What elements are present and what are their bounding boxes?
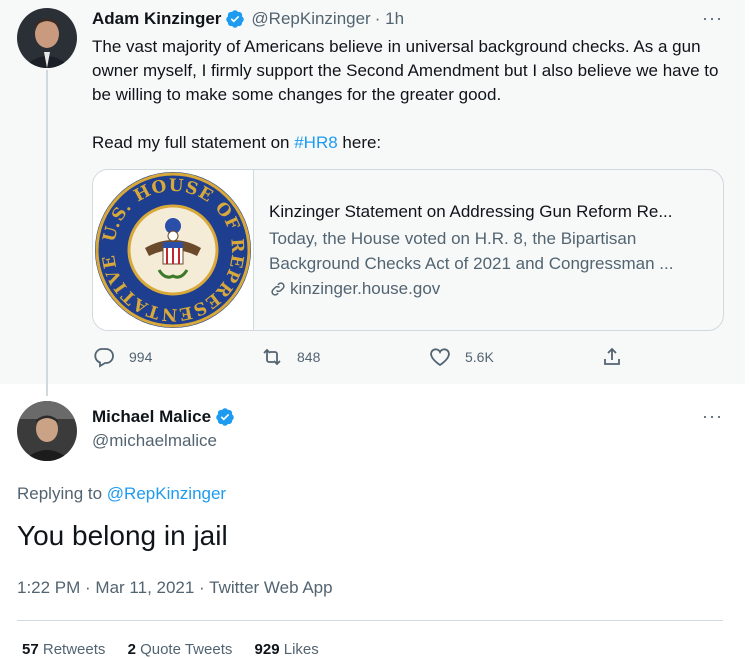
reply-author-row: Michael Malice [92,407,235,427]
divider [17,620,723,621]
card-description: Today, the House voted on H.R. 8, the Bi… [269,229,674,273]
tweet-time[interactable]: · 1h [375,9,404,29]
tweet-body: The vast majority of Americans believe i… [92,37,719,104]
quote-tweets-stat[interactable]: 2 Quote Tweets [128,641,233,658]
more-options-icon[interactable]: ··· [702,8,723,29]
parent-tweet-text: The vast majority of Americans believe i… [92,35,722,155]
card-body: Kinzinger Statement on Addressing Gun Re… [269,200,709,301]
house-seal-logo: U.S. HOUSE OF REPRESENTATIVES [93,170,251,328]
share-icon [604,347,620,365]
parent-author-row: Adam Kinzinger @RepKinzinger · 1h [92,9,404,29]
share-button[interactable] [600,345,637,369]
tweet-timestamp[interactable]: 1:22 PM · Mar 11, 2021 · Twitter Web App [17,578,333,598]
reply-tweet-text: You belong in jail [17,520,228,551]
reply-button[interactable]: 994 [92,345,152,369]
replying-to-label: Replying to [17,484,107,503]
replying-to-handle-link[interactable]: @RepKinzinger [107,484,226,503]
avatar[interactable] [17,8,77,68]
retweets-stat[interactable]: 57 Retweets [22,641,105,658]
avatar-photo-adam-kinzinger [17,8,77,68]
statement-prefix: Read my full statement on [92,133,295,152]
more-options-icon[interactable]: ··· [702,406,723,427]
verified-badge-icon [226,10,245,28]
reply-count: 994 [129,349,153,365]
likes-count: 929 [254,641,280,658]
retweet-button[interactable]: 848 [260,345,320,369]
author-name[interactable]: Adam Kinzinger [92,9,221,29]
reply-icon [94,348,114,368]
statement-suffix: here: [337,133,382,152]
retweets-label: Retweets [42,641,106,658]
card-domain-row: kinzinger.house.gov [269,276,709,301]
avatar[interactable] [17,401,77,461]
likes-label: Likes [283,641,319,658]
like-count: 5.6K [465,349,494,365]
tweet-statement-line: Read my full statement on #HR8 here: [92,131,722,155]
heart-icon [430,348,450,367]
house-seal-image: U.S. HOUSE OF REPRESENTATIVES [93,170,254,330]
retweet-count: 848 [297,349,321,365]
author-handle[interactable]: @RepKinzinger [251,9,370,29]
engagement-stats: 57 Retweets 2 Quote Tweets 929 Likes [22,641,319,658]
retweet-icon [263,348,281,366]
hashtag-link[interactable]: #HR8 [294,133,337,152]
like-button[interactable]: 5.6K [428,345,494,369]
verified-badge-icon [216,408,234,426]
parent-tweet[interactable]: Adam Kinzinger @RepKinzinger · 1h ··· Th… [0,0,745,384]
quote-label: Quote Tweets [140,641,233,658]
thread-connector-line [46,70,48,396]
link-preview-card[interactable]: U.S. HOUSE OF REPRESENTATIVES Kinzinger … [92,169,724,331]
card-domain: kinzinger.house.gov [290,279,441,298]
likes-stat[interactable]: 929 Likes [255,641,319,658]
quote-count: 2 [127,641,136,658]
author-name[interactable]: Michael Malice [92,407,211,427]
replying-to: Replying to @RepKinzinger [17,484,226,504]
author-handle[interactable]: @michaelmalice [92,431,217,451]
card-title: Kinzinger Statement on Addressing Gun Re… [269,202,673,221]
avatar-photo-michael-malice [17,401,77,461]
tweet-actions: 994 848 5.6K [92,345,632,371]
link-icon [271,281,285,296]
retweets-count: 57 [22,641,39,658]
